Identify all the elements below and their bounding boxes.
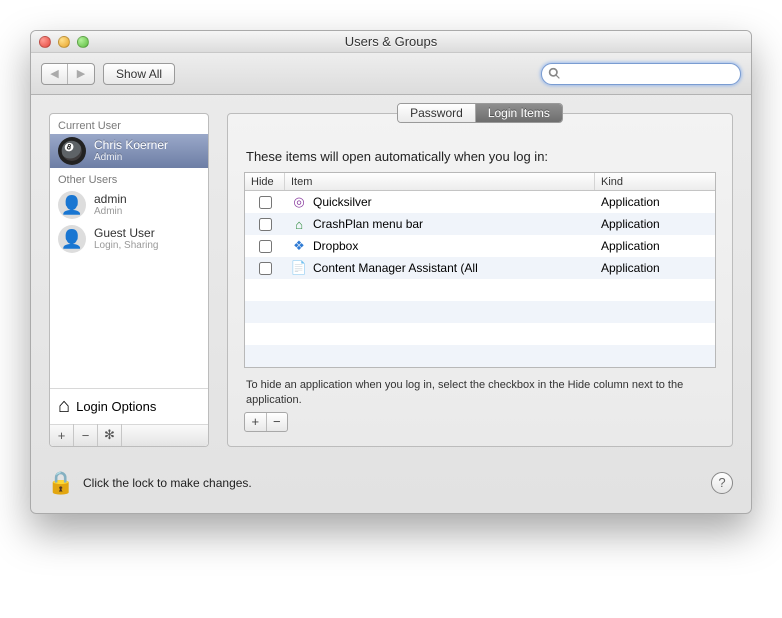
avatar-icon: 👤 [58,191,86,219]
cell-hide [245,237,285,256]
cell-hide [245,259,285,278]
item-name: Content Manager Assistant (All [313,261,478,275]
user-name: admin [94,193,127,206]
hide-checkbox[interactable] [259,218,272,231]
user-role: Login, Sharing [94,240,159,251]
login-items-hint: To hide an application when you log in, … [246,378,714,408]
avatar-icon: 👤 [58,225,86,253]
table-row [245,323,715,345]
table-row[interactable]: ◎ Quicksilver Application [245,191,715,213]
remove-login-item-button[interactable]: − [267,413,288,431]
cell-item: 📄 Content Manager Assistant (All [285,260,595,276]
app-icon: ◎ [291,194,307,210]
table-row[interactable]: ❖ Dropbox Application [245,235,715,257]
add-user-button[interactable]: + [50,424,74,446]
app-icon: ⌂ [291,216,307,232]
col-item[interactable]: Item [285,173,595,190]
close-window-button[interactable] [39,36,51,48]
table-row[interactable]: ⌂ CrashPlan menu bar Application [245,213,715,235]
table-row[interactable]: 📄 Content Manager Assistant (All Applicati… [245,257,715,279]
back-button[interactable]: ◀ [42,64,68,84]
lock-text: Click the lock to make changes. [83,476,252,490]
hide-checkbox[interactable] [259,240,272,253]
login-options-row[interactable]: ⌂ Login Options [50,388,208,424]
app-icon: 📄 [291,260,307,276]
user-sidebar: Current User 🎱 Chris Koerner Admin Other… [49,113,209,447]
traffic-lights [31,36,89,48]
toolbar: ◀ ▶ Show All [31,53,751,95]
user-actions-button[interactable]: ✻ [98,424,122,446]
user-role: Admin [94,206,127,217]
item-name: Dropbox [313,239,358,253]
lock-icon[interactable]: 🔒 [49,469,73,497]
help-button[interactable]: ? [711,472,733,494]
minimize-window-button[interactable] [58,36,70,48]
tab-login-items[interactable]: Login Items [476,104,562,122]
table-row [245,345,715,367]
cell-kind: Application [595,239,715,253]
cell-kind: Application [595,195,715,209]
item-name: Quicksilver [313,195,372,209]
tab-group: Password Login Items [397,103,563,123]
cell-item: ❖ Dropbox [285,238,595,254]
sidebar-item-user[interactable]: 👤 admin Admin [50,188,208,222]
other-users-section-label: Other Users [50,168,208,188]
cell-kind: Application [595,261,715,275]
sidebar-item-current-user[interactable]: 🎱 Chris Koerner Admin [50,134,208,168]
avatar-icon: 🎱 [58,137,86,165]
titlebar: Users & Groups [31,31,751,53]
table-header: Hide Item Kind [245,173,715,191]
user-name: Chris Koerner [94,139,168,152]
hide-checkbox[interactable] [259,262,272,275]
zoom-window-button[interactable] [77,36,89,48]
item-name: CrashPlan menu bar [313,217,423,231]
hide-checkbox[interactable] [259,196,272,209]
login-items-table: Hide Item Kind ◎ Quicksilver Application ⌂ C… [244,172,716,368]
content-panel: Password Login Items These items will op… [227,113,733,447]
cell-hide [245,215,285,234]
tab-password[interactable]: Password [398,104,476,122]
table-row [245,279,715,301]
cell-hide [245,193,285,212]
table-row [245,301,715,323]
cell-kind: Application [595,217,715,231]
login-items-description: These items will open automatically when… [246,149,716,164]
search-field[interactable] [541,63,741,85]
remove-user-button[interactable]: − [74,424,98,446]
window-title: Users & Groups [31,34,751,49]
col-hide[interactable]: Hide [245,173,285,190]
login-items-add-remove: + − [244,412,288,432]
current-user-section-label: Current User [50,114,208,134]
search-icon [548,67,561,80]
app-icon: ❖ [291,238,307,254]
user-name: Guest User [94,227,159,240]
search-input[interactable] [563,66,734,82]
table-body: ◎ Quicksilver Application ⌂ CrashPlan menu b… [245,191,715,367]
sidebar-footer: + − ✻ [50,424,208,446]
show-all-button[interactable]: Show All [103,63,175,85]
cell-item: ◎ Quicksilver [285,194,595,210]
nav-segmented: ◀ ▶ [41,63,95,85]
login-options-label: Login Options [76,399,156,414]
col-kind[interactable]: Kind [595,173,715,190]
home-icon: ⌂ [58,395,70,418]
forward-button[interactable]: ▶ [68,64,94,84]
preferences-window: Users & Groups ◀ ▶ Show All Current User… [30,30,752,514]
sidebar-item-user[interactable]: 👤 Guest User Login, Sharing [50,222,208,256]
cell-item: ⌂ CrashPlan menu bar [285,216,595,232]
bottom-bar: 🔒 Click the lock to make changes. ? [31,465,751,513]
user-role: Admin [94,152,168,163]
add-login-item-button[interactable]: + [245,413,267,431]
